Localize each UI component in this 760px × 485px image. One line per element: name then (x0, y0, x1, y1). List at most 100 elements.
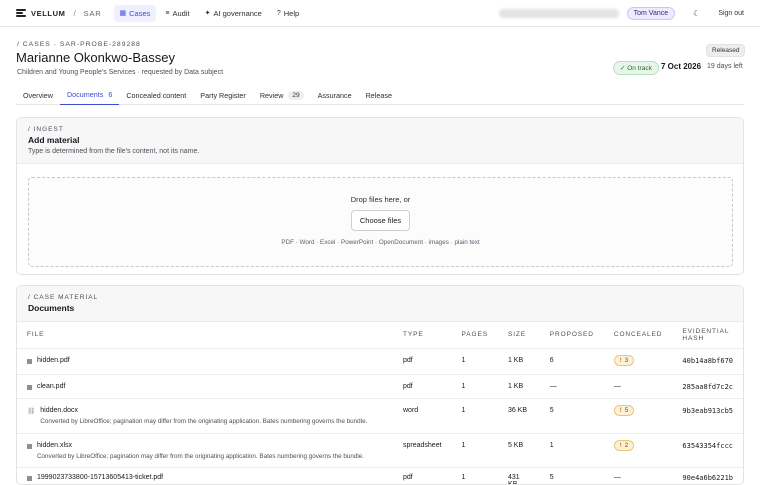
case-subtitle: Children and Young People's Services · r… (17, 69, 224, 76)
audit-icon: ≡ (165, 9, 170, 17)
col-hash[interactable]: EVIDENTIAL HASH (672, 322, 743, 349)
table-row[interactable]: 1999023733800-15713605413-ticket.pdf pdf… (17, 467, 743, 484)
material-card-header: / CASE MATERIAL Documents (17, 286, 743, 322)
nav-help[interactable]: ? Help (271, 5, 305, 22)
file-proposed: — (539, 374, 604, 399)
case-tabs: Overview Documents 6 Concealed content Pa… (16, 85, 744, 105)
file-size: 36 KB (497, 398, 540, 434)
concealed-count: — (603, 374, 673, 399)
ingest-title: Add material (28, 135, 80, 145)
table-row[interactable]: hidden.pdf pdf 1 1 KB 6 ! 3 40b14a8bf670 (17, 348, 743, 375)
evidential-hash: 90e4a6b6221b (672, 467, 743, 484)
page-title: Marianne Okonkwo-Bassey (16, 50, 175, 65)
days-left: 19 days left (707, 63, 743, 70)
tab-concealed-content[interactable]: Concealed content (119, 85, 193, 105)
tab-review[interactable]: Review 29 (253, 85, 311, 105)
top-bar: VELLUM / SAR ▦ Cases ≡ Audit ✦ AI govern… (0, 0, 760, 27)
file-icon (27, 443, 32, 449)
cases-icon: ▦ (119, 10, 127, 17)
file-name[interactable]: hidden.xlsx (37, 442, 364, 449)
col-proposed[interactable]: PROPOSED (539, 322, 604, 349)
tab-label: Party Register (200, 90, 246, 100)
tab-overview[interactable]: Overview (16, 85, 60, 105)
table-row[interactable]: hidden.xlsx Converted by LibreOffice; pag… (17, 433, 743, 468)
file-pages: 1 (451, 348, 498, 375)
help-icon: ? (276, 9, 281, 17)
nav-audit-label: Audit (172, 8, 190, 18)
tab-party-register[interactable]: Party Register (193, 85, 253, 105)
evidential-hash: 40b14a8bf670 (672, 348, 743, 375)
nav-cases[interactable]: ▦ Cases (113, 4, 157, 22)
col-file[interactable]: FILE (17, 322, 393, 349)
concealed-badge[interactable]: ! 2 (613, 439, 635, 451)
tab-label: Review (259, 90, 284, 100)
breadcrumb: / CASES · SAR-PROBE-289288 (17, 41, 141, 48)
file-name[interactable]: hidden.pdf (37, 357, 70, 364)
file-icon (27, 384, 32, 390)
col-concealed[interactable]: CONCEALED (603, 322, 673, 349)
nav-ai-governance[interactable]: ✦ AI governance (199, 5, 268, 22)
col-size[interactable]: SIZE (497, 322, 540, 349)
evidential-hash: 9b3eab913cb5 (672, 398, 743, 434)
top-right-controls: Tom Vance ☾ Sign out (498, 6, 744, 20)
brand-separator: / (73, 8, 76, 18)
file-size: 1 KB (497, 374, 540, 399)
table-header-row: FILE TYPE PAGES SIZE PROPOSED CONCEALED … (17, 322, 743, 349)
file-type: pdf (393, 348, 452, 375)
file-size: 1 KB (497, 348, 540, 375)
ingest-card-header: / INGEST Add material Type is determined… (17, 118, 743, 164)
tab-documents[interactable]: Documents 6 (59, 85, 120, 105)
file-name[interactable]: clean.pdf (37, 383, 65, 390)
concealed-count: 5 (624, 406, 629, 414)
ingest-card: / INGEST Add material Type is determined… (16, 117, 744, 275)
concealed-count: 2 (624, 441, 629, 449)
link-icon: ⛓ (27, 407, 36, 415)
col-pages[interactable]: PAGES (451, 322, 498, 349)
file-icon (27, 358, 32, 364)
concealed-count: 3 (624, 356, 629, 364)
nav-cases-label: Cases (129, 8, 151, 18)
accepted-formats: PDF · Word · Excel · PowerPoint · OpenDo… (281, 239, 480, 246)
documents-table: FILE TYPE PAGES SIZE PROPOSED CONCEALED … (17, 322, 743, 484)
sparkle-icon: ✦ (204, 10, 211, 17)
table-row[interactable]: clean.pdf pdf 1 1 KB — — 285aa8fd7c2c (17, 374, 743, 399)
tab-count: 6 (108, 90, 113, 99)
nav-ai-governance-label: AI governance (213, 8, 262, 18)
on-track-badge: ✓ On track (613, 61, 659, 75)
tab-label: Overview (23, 90, 53, 100)
tab-release[interactable]: Release (359, 85, 399, 105)
drop-text: Drop files here, or (350, 195, 411, 204)
choose-files-button[interactable]: Choose files (350, 210, 411, 231)
file-name[interactable]: 1999023733800-15713605413-ticket.pdf (37, 474, 163, 481)
file-icon (27, 475, 32, 481)
material-eyebrow: / CASE MATERIAL (28, 294, 99, 301)
concealed-badge[interactable]: ! 3 (613, 354, 635, 366)
warning-icon: ! (619, 441, 622, 449)
file-pages: 1 (451, 398, 498, 434)
tab-assurance[interactable]: Assurance (311, 85, 359, 105)
table-row[interactable]: ⛓ hidden.docx Converted by LibreOffice; pa… (17, 398, 743, 434)
file-type: word (393, 398, 452, 434)
nav-help-label: Help (283, 8, 300, 18)
state-badge: Released (706, 44, 746, 57)
file-proposed: 5 (539, 467, 604, 484)
sign-out-link[interactable]: Sign out (718, 10, 744, 17)
main-nav: ▦ Cases ≡ Audit ✦ AI governance ? Help (113, 4, 306, 22)
concealed-count: — (603, 467, 673, 484)
user-menu[interactable]: Tom Vance (626, 6, 676, 20)
brand[interactable]: VELLUM / SAR (16, 9, 102, 18)
file-dropzone[interactable]: Drop files here, or Choose files PDF · W… (28, 177, 733, 267)
ingest-eyebrow: / INGEST (28, 126, 64, 133)
redacted-search-field[interactable] (498, 8, 619, 18)
col-type[interactable]: TYPE (393, 322, 452, 349)
ingest-description: Type is determined from the file's conte… (28, 148, 200, 155)
file-name[interactable]: hidden.docx (40, 407, 367, 414)
warning-icon: ! (619, 356, 622, 364)
nav-audit[interactable]: ≡ Audit (159, 5, 195, 22)
file-type: spreadsheet (393, 433, 452, 468)
dark-mode-toggle-icon[interactable]: ☾ (683, 9, 710, 18)
app-section: SAR (83, 8, 102, 18)
concealed-badge[interactable]: ! 5 (613, 404, 635, 416)
file-pages: 1 (451, 374, 498, 399)
tab-label: Release (365, 90, 392, 100)
